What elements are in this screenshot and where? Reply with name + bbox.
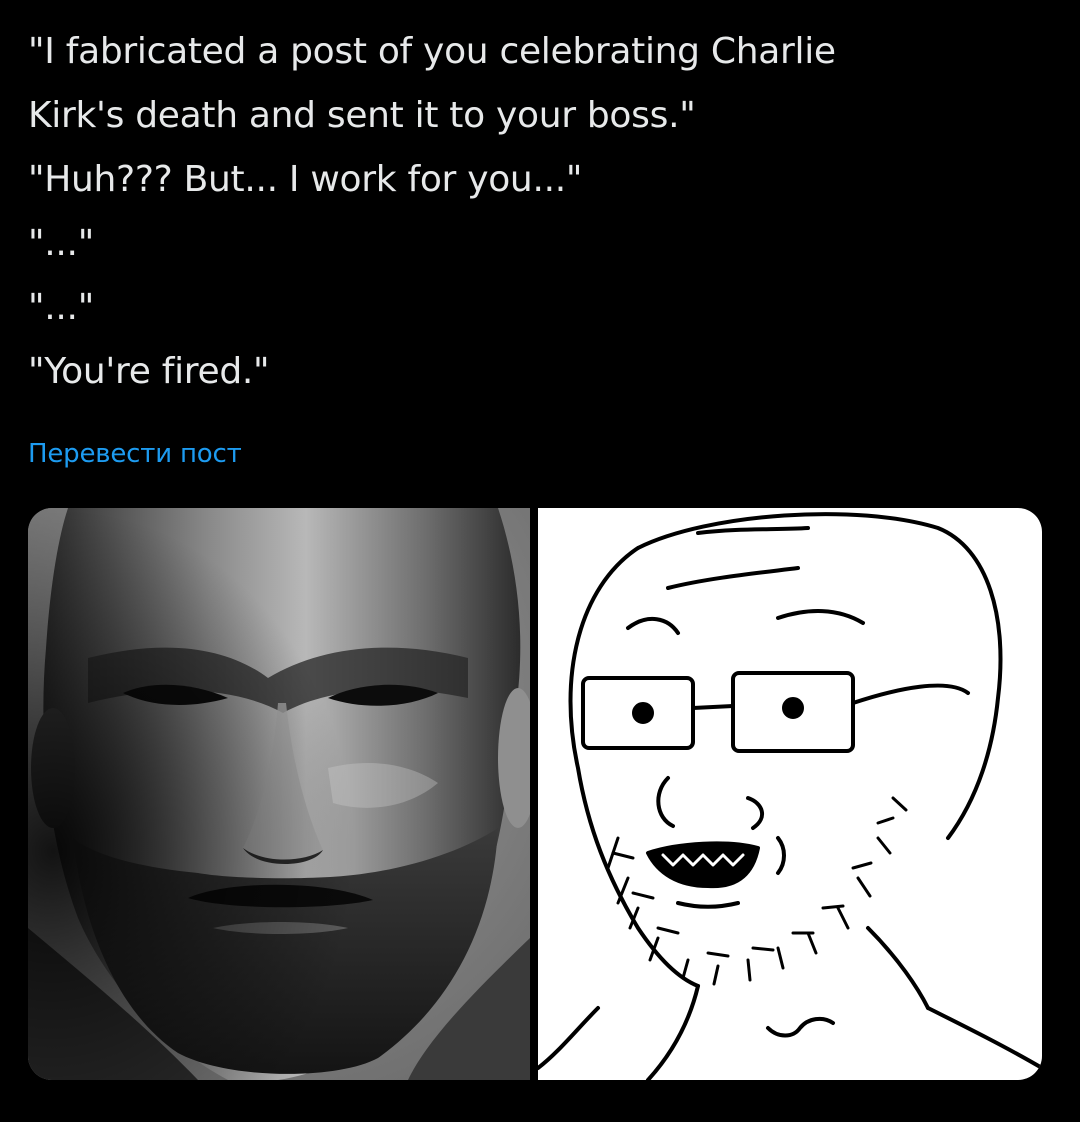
media-grid <box>28 508 1042 1080</box>
post-line-3: "Huh??? But... I work for you..." <box>28 159 583 200</box>
wojak-image <box>538 512 1042 1080</box>
post-line-2: Kirk's death and sent it to your boss." <box>28 95 696 136</box>
post-line-5: "..." <box>28 287 94 328</box>
gigachad-image <box>28 508 530 1080</box>
post-line-4: "..." <box>28 223 94 264</box>
post-line-6: "You're fired." <box>28 351 270 392</box>
wojak-drawing[interactable] <box>538 508 1042 1080</box>
translate-post-link[interactable]: Перевести пост <box>28 436 242 472</box>
gigachad-photo[interactable] <box>28 508 530 1080</box>
post-text: "I fabricated a post of you celebrating … <box>28 20 1058 404</box>
post-line-1: "I fabricated a post of you celebrating … <box>28 31 836 72</box>
